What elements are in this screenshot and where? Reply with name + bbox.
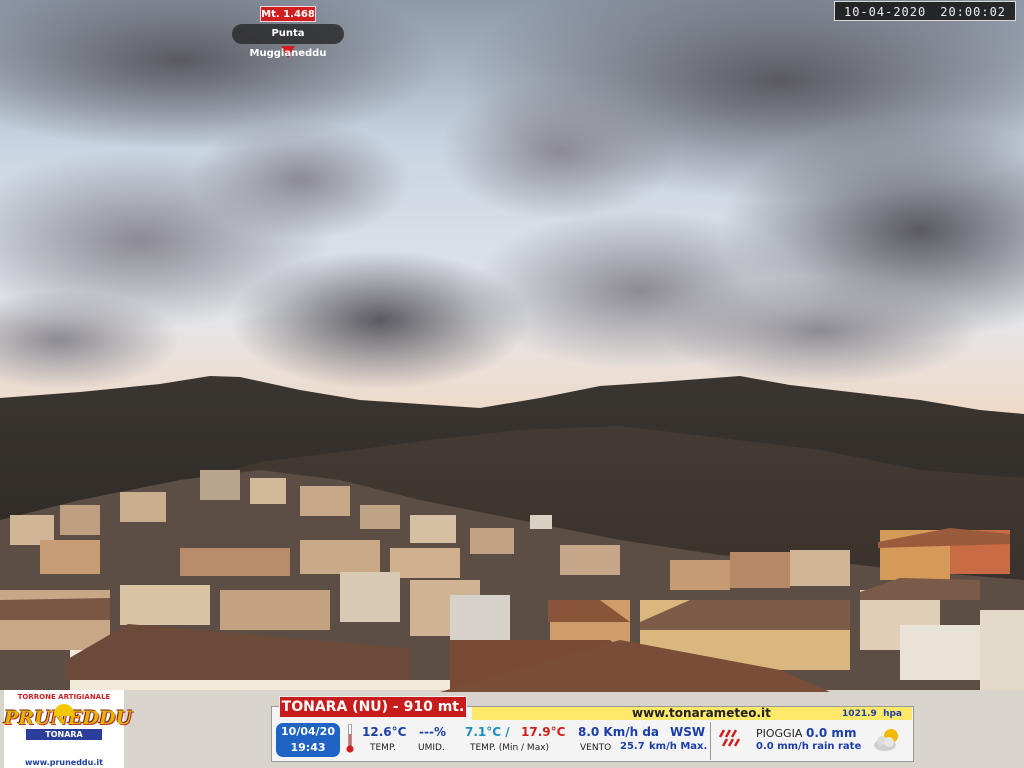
timestamp-time: 20:00:02 bbox=[940, 5, 1007, 19]
peak-altitude: Mt. 1.468 bbox=[260, 6, 316, 22]
wind-direction-value: WSW bbox=[670, 725, 706, 739]
reading-date: 10/04/20 bbox=[281, 725, 335, 738]
wind-max-value: 25.7 bbox=[620, 741, 645, 752]
clouds bbox=[0, 0, 1024, 390]
reading-time: 19:43 bbox=[290, 741, 326, 754]
pressure-unit: hpa bbox=[883, 709, 902, 719]
temp-min-value: 7.1°C / bbox=[465, 725, 510, 739]
sun-emblem-icon bbox=[54, 704, 74, 716]
temperature-label: TEMP. bbox=[370, 743, 396, 753]
reading-datetime: 10/04/20 19:43 bbox=[276, 723, 340, 757]
humidity-label: UMID. bbox=[418, 743, 445, 753]
partly-cloudy-icon bbox=[874, 729, 898, 751]
rain-rate: 0.0 mm/h rain rate bbox=[756, 741, 862, 752]
sponsor-url: www.pruneddu.it bbox=[25, 758, 103, 767]
wind-max-unit: km/h Max. bbox=[649, 741, 708, 752]
wind-speed-value: 8.0 Km/h da bbox=[578, 725, 660, 739]
temp-max-value: 17.9°C bbox=[521, 725, 566, 739]
website-bar: www.tonarameteo.it 1021.9 hpa bbox=[472, 707, 912, 720]
peak-name: Punta Muggianeddu bbox=[232, 24, 344, 59]
sponsor-logo: TORRONE ARTIGIANALE PRUNEDDU TONARA www.… bbox=[4, 690, 132, 768]
rain-icon bbox=[718, 729, 741, 747]
camera-timestamp: 10-04-2020 20:00:02 bbox=[834, 1, 1016, 21]
temperature-value: 12.6°C bbox=[362, 725, 407, 739]
pressure-readout: 1021.9 hpa bbox=[842, 708, 902, 720]
thermometer-icon bbox=[346, 724, 354, 753]
humidity-value: ---% bbox=[419, 725, 446, 739]
peak-marker: Mt. 1.468 Punta Muggianeddu bbox=[232, 6, 344, 59]
timestamp-date: 10-04-2020 bbox=[843, 5, 927, 19]
panel-divider bbox=[710, 722, 711, 760]
website-link: www.tonarameteo.it bbox=[632, 706, 771, 720]
sponsor-place: TONARA bbox=[26, 729, 102, 740]
temp-minmax-label: TEMP. (Min / Max) bbox=[470, 743, 550, 753]
sponsor-tagline: TORRONE ARTIGIANALE bbox=[17, 693, 111, 701]
webcam-scene bbox=[0, 0, 1024, 768]
rain-value: 0.0 mm bbox=[806, 726, 857, 740]
station-title: TONARA (NU) - 910 mt. bbox=[279, 696, 467, 718]
pressure-value: 1021.9 bbox=[842, 709, 877, 719]
rain-label: PIOGGIA bbox=[756, 727, 803, 740]
wind-label: VENTO bbox=[580, 743, 612, 753]
